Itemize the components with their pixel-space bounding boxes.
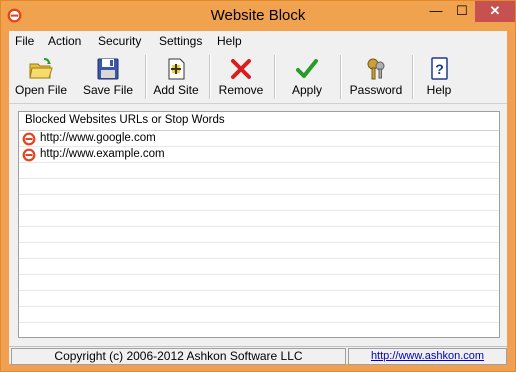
menu-action[interactable]: Action [48,34,81,48]
toolbar-separator [340,55,342,99]
open-file-button[interactable]: Open File [9,53,73,101]
remove-label: Remove [218,83,264,97]
copyright-text: Copyright (c) 2006-2012 Ashkon Software … [11,348,346,365]
password-label: Password [349,83,403,97]
toolbar-separator [145,55,147,99]
help-label: Help [426,83,452,97]
maximize-button[interactable]: ☐ [449,1,475,22]
list-column-header[interactable]: Blocked Websites URLs or Stop Words [19,112,499,131]
add-document-icon [168,58,185,80]
list-body: http://www.google.com http://www.example… [19,131,499,337]
list-item-url: http://www.google.com [40,132,156,144]
add-site-button[interactable]: Add Site [148,53,204,101]
list-item[interactable]: http://www.google.com [19,131,499,147]
menu-file[interactable]: File [15,34,34,48]
list-item[interactable]: http://www.example.com [19,147,499,163]
password-button[interactable]: Password [344,53,408,101]
menu-help[interactable]: Help [217,34,242,48]
client-area: File Action Security Settings Help Open … [9,31,507,365]
apply-label: Apply [291,83,323,97]
title-bar[interactable]: Website Block — ☐ ✕ [1,1,515,31]
list-item-url: http://www.example.com [40,148,165,160]
help-button[interactable]: ? Help [416,53,462,101]
block-icon [22,132,36,146]
open-file-label: Open File [14,83,68,97]
minimize-button[interactable]: — [423,1,449,22]
keys-icon [367,58,385,80]
column-header-label: Blocked Websites URLs or Stop Words [25,114,225,126]
toolbar-separator [274,55,276,99]
save-file-label: Save File [82,83,134,97]
status-bar: Copyright (c) 2006-2012 Ashkon Software … [9,346,507,365]
close-button[interactable]: ✕ [475,1,515,22]
menu-bar: File Action Security Settings Help [9,31,507,51]
open-folder-icon [29,58,53,79]
menu-settings[interactable]: Settings [159,34,202,48]
save-file-button[interactable]: Save File [75,53,141,101]
add-site-label: Add Site [153,83,199,97]
menu-security[interactable]: Security [98,34,141,48]
blocked-sites-list[interactable]: Blocked Websites URLs or Stop Words http… [18,111,500,338]
toolbar-separator [412,55,414,99]
website-link[interactable]: http://www.ashkon.com [348,348,507,365]
apply-button[interactable]: Apply [279,53,335,101]
green-checkmark-icon [296,59,318,78]
remove-button[interactable]: Remove [213,53,269,101]
help-book-icon: ? [431,57,448,80]
floppy-disk-icon [97,58,119,80]
toolbar-separator [209,55,211,99]
red-x-icon [231,59,251,79]
app-window: Website Block — ☐ ✕ File Action Security… [0,0,516,372]
toolbar: Open File Save File Add Site Remove Appl… [9,51,507,104]
svg-text:?: ? [435,61,444,77]
block-icon [22,148,36,162]
